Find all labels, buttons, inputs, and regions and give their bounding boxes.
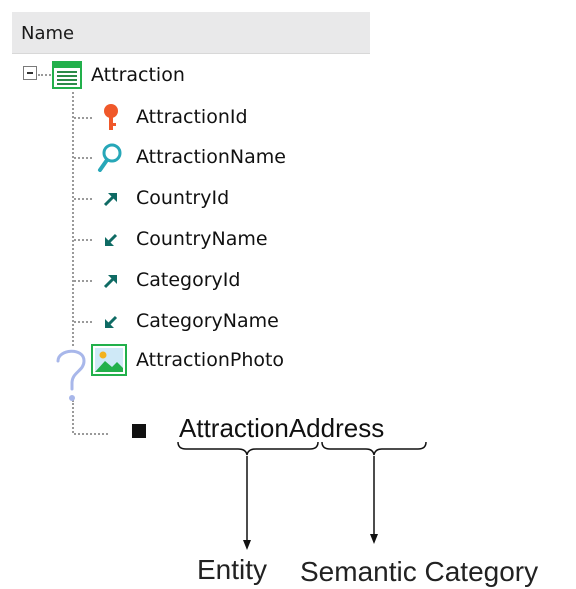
tree-connector xyxy=(74,280,92,282)
tree-item-label: CountryName xyxy=(136,228,268,250)
tree-connector xyxy=(74,239,92,241)
tree-item-label: AttractionId xyxy=(136,106,248,128)
transaction-table-icon xyxy=(52,61,82,89)
tree-item-categoryname[interactable]: CategoryName xyxy=(96,306,279,336)
tree-item-label: CountryId xyxy=(136,187,230,209)
inferred-attribute-arrow-icon xyxy=(105,233,118,246)
primary-key-icon xyxy=(104,104,118,130)
image-icon xyxy=(91,344,127,376)
tree-item-attractionid[interactable]: AttractionId xyxy=(96,102,248,132)
annotation-braces xyxy=(177,441,427,550)
tree-item-label: AttractionName xyxy=(136,146,286,168)
tree-connector xyxy=(74,157,92,159)
tree-root-label: Attraction xyxy=(91,64,185,86)
tree-connector xyxy=(74,117,92,119)
tree-connector xyxy=(74,198,92,200)
tree-connector-vertical xyxy=(72,92,74,346)
tree-item-attractionphoto[interactable]: AttractionPhoto xyxy=(91,344,285,376)
entity-caption: Entity xyxy=(197,554,268,585)
tree-item-countryid[interactable]: CountryId xyxy=(96,183,229,213)
tree-item-label: CategoryId xyxy=(136,269,241,291)
semantic-category-caption: Semantic Category xyxy=(300,556,539,587)
tree-item-attractionname[interactable]: AttractionName xyxy=(96,142,286,172)
bullet-marker xyxy=(132,424,146,438)
tree-item-categoryid[interactable]: CategoryId xyxy=(96,265,240,295)
tree-item-label: AttractionPhoto xyxy=(136,349,285,371)
question-mark-icon xyxy=(56,349,86,401)
foreign-key-arrow-icon xyxy=(103,275,117,289)
collapse-toggle[interactable] xyxy=(23,66,37,80)
tree-connector xyxy=(74,321,92,323)
descriptor-search-icon xyxy=(98,143,122,172)
foreign-key-arrow-icon xyxy=(103,193,117,207)
tree-root-attraction[interactable]: Attraction xyxy=(52,60,185,90)
inferred-attribute-arrow-icon xyxy=(105,315,118,328)
tree-item-countryname[interactable]: CountryName xyxy=(96,224,268,254)
tree-connector-extension xyxy=(74,433,108,435)
tree-item-label: CategoryName xyxy=(136,310,279,332)
